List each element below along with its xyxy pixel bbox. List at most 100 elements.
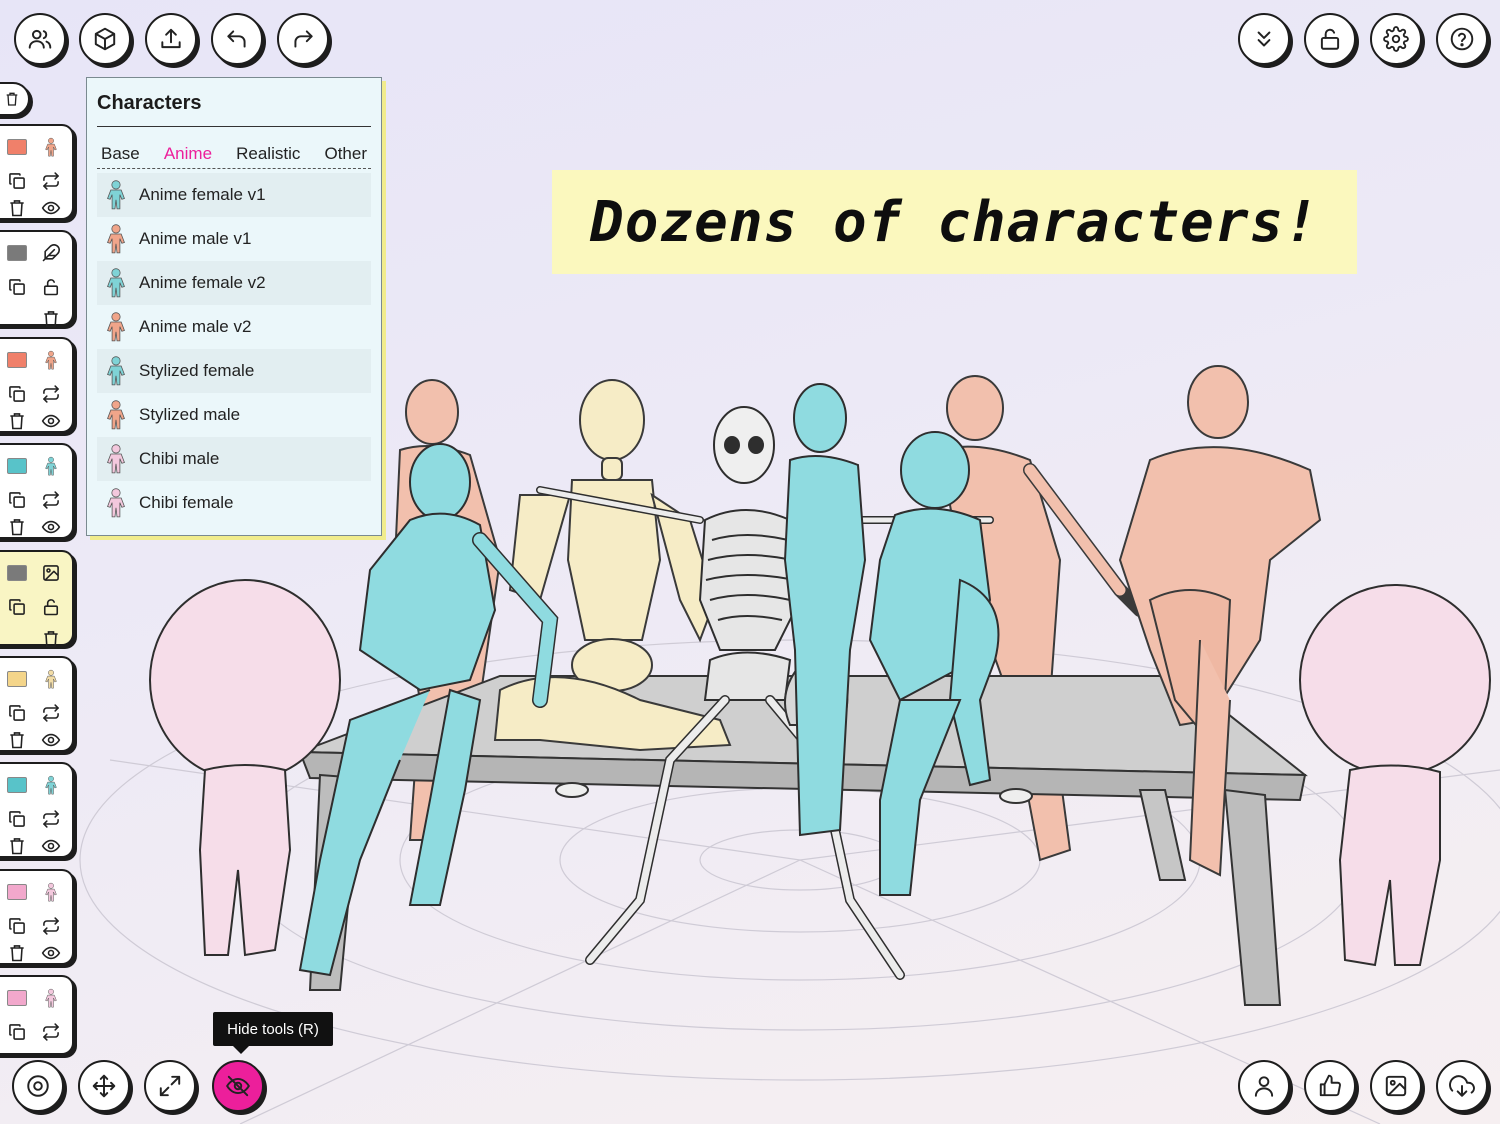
scene-object-card[interactable] (0, 230, 74, 328)
character-list: Anime female v1 Anime male v1 Anime female… (97, 173, 371, 525)
color-swatch[interactable] (6, 136, 28, 158)
objects-button[interactable] (79, 13, 131, 65)
character-item[interactable]: Anime male v2 (97, 305, 371, 349)
trash-button[interactable] (6, 835, 28, 857)
image-icon[interactable] (40, 562, 62, 584)
character-item[interactable]: Anime female v1 (97, 173, 371, 217)
character-item[interactable]: Anime male v1 (97, 217, 371, 261)
trash-button[interactable] (40, 628, 62, 650)
characters-button[interactable] (14, 13, 66, 65)
scene-object-card[interactable] (0, 762, 74, 858)
tab-realistic[interactable]: Realistic (232, 144, 304, 168)
unlock-icon (1320, 28, 1340, 50)
panel-title: Characters (97, 92, 202, 114)
download-button[interactable] (1436, 1060, 1488, 1112)
eye-button[interactable] (40, 516, 62, 538)
expand-icon (159, 1075, 181, 1097)
character-item[interactable]: Stylized female (97, 349, 371, 393)
color-swatch[interactable] (6, 774, 28, 796)
copy-button[interactable] (6, 489, 28, 511)
pose-button[interactable] (1238, 1060, 1290, 1112)
collapse-button[interactable] (1238, 13, 1290, 65)
upload-button[interactable] (145, 13, 197, 65)
hide-tools-tooltip: Hide tools (R) (213, 1012, 333, 1054)
redo-icon (294, 30, 313, 48)
swap-button[interactable] (40, 170, 62, 192)
tab-base[interactable]: Base (97, 144, 144, 168)
scene-object-card[interactable] (0, 443, 74, 539)
color-swatch[interactable] (6, 455, 28, 477)
swap-button[interactable] (40, 915, 62, 937)
copy-button[interactable] (6, 596, 28, 618)
trash-button[interactable] (40, 308, 62, 330)
tab-anime[interactable]: Anime (160, 144, 216, 168)
background-image-button[interactable] (1370, 1060, 1422, 1112)
copy-button[interactable] (6, 702, 28, 724)
headline-text: Dozens of characters! (589, 189, 1319, 255)
eye-button[interactable] (40, 410, 62, 432)
character-item[interactable]: Stylized male (97, 393, 371, 437)
lock-button[interactable] (40, 276, 62, 298)
redo-button[interactable] (277, 13, 329, 65)
color-swatch[interactable] (6, 242, 28, 264)
feather-icon[interactable] (40, 242, 62, 264)
gear-icon (1383, 26, 1409, 52)
trash-button[interactable] (6, 197, 28, 219)
tab-other[interactable]: Other (320, 144, 371, 168)
copy-button[interactable] (6, 276, 28, 298)
move-mode-button[interactable] (78, 1060, 130, 1112)
color-swatch[interactable] (6, 987, 28, 1009)
character-thumbnail-icon (40, 349, 62, 371)
undo-button[interactable] (211, 13, 263, 65)
hide-tools-button[interactable] (212, 1060, 264, 1112)
copy-button[interactable] (6, 170, 28, 192)
character-item-label: Anime female v1 (139, 185, 266, 204)
like-button[interactable] (1304, 1060, 1356, 1112)
color-swatch[interactable] (6, 881, 28, 903)
swap-button[interactable] (40, 702, 62, 724)
upload-icon (161, 28, 181, 49)
copy-button[interactable] (6, 808, 28, 830)
character-item[interactable]: Chibi male (97, 437, 371, 481)
download-cloud-icon (1449, 1075, 1475, 1097)
rotate-mode-button[interactable] (12, 1060, 64, 1112)
color-swatch[interactable] (6, 562, 28, 584)
settings-button[interactable] (1370, 13, 1422, 65)
scene-object-card[interactable] (0, 124, 74, 220)
copy-button[interactable] (6, 383, 28, 405)
color-swatch[interactable] (6, 668, 28, 690)
swap-button[interactable] (40, 489, 62, 511)
character-thumbnail-icon (40, 774, 62, 796)
scale-mode-button[interactable] (144, 1060, 196, 1112)
swap-button[interactable] (40, 1021, 62, 1043)
eye-button[interactable] (40, 729, 62, 751)
scene-object-card[interactable] (0, 975, 74, 1055)
scene-object-card[interactable] (0, 337, 74, 433)
eye-button[interactable] (40, 942, 62, 964)
swap-button[interactable] (40, 808, 62, 830)
scene-object-card[interactable] (0, 550, 74, 648)
character-thumbnail-icon (103, 399, 129, 431)
character-item-label: Stylized female (139, 361, 255, 380)
trash-button[interactable] (6, 942, 28, 964)
trash-icon (6, 92, 18, 106)
help-circle-icon (1450, 27, 1474, 51)
copy-button[interactable] (6, 915, 28, 937)
eye-button[interactable] (40, 835, 62, 857)
character-item[interactable]: Anime female v2 (97, 261, 371, 305)
trash-button[interactable] (6, 729, 28, 751)
eye-button[interactable] (40, 197, 62, 219)
category-tabs: Base Anime Realistic Other (97, 144, 371, 169)
lock-button[interactable] (1304, 13, 1356, 65)
trash-button[interactable] (6, 516, 28, 538)
trash-button[interactable] (6, 410, 28, 432)
color-swatch[interactable] (6, 349, 28, 371)
character-item[interactable]: Chibi female (97, 481, 371, 525)
lock-button[interactable] (40, 596, 62, 618)
scene-object-card[interactable] (0, 869, 74, 965)
cube-icon (94, 27, 116, 51)
help-button[interactable] (1436, 13, 1488, 65)
swap-button[interactable] (40, 383, 62, 405)
copy-button[interactable] (6, 1021, 28, 1043)
scene-object-card[interactable] (0, 656, 74, 752)
